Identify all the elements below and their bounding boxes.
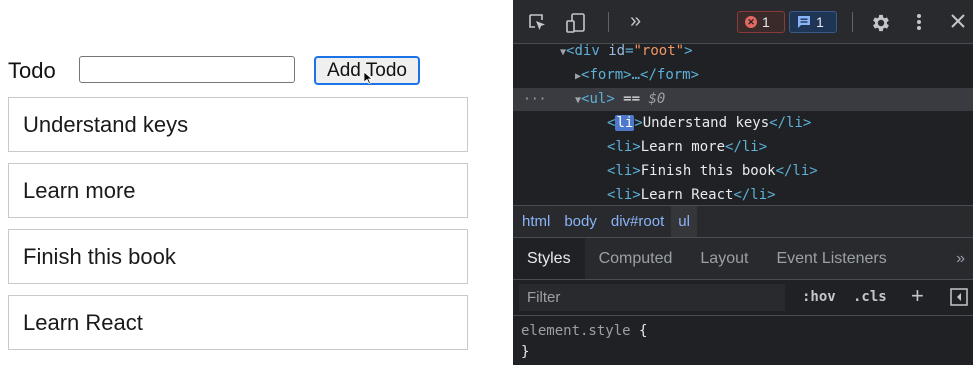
styles-pane: element.style { } bbox=[513, 316, 973, 365]
message-count: 1 bbox=[816, 14, 824, 30]
mouse-cursor-icon bbox=[364, 72, 374, 84]
todo-list: Understand keys Learn more Finish this b… bbox=[8, 97, 468, 361]
tree-node-ul[interactable]: ··· ▼<ul> == $0 bbox=[513, 88, 973, 111]
tree-node-li[interactable]: <li>Understand keys</li> bbox=[513, 112, 973, 135]
dom-breadcrumb: html body div#root ul bbox=[513, 205, 973, 238]
devtools-panel: » ✕ 1 1 ▼<div id="root"> ▶<form>…</form>… bbox=[513, 0, 973, 365]
breadcrumb-html[interactable]: html bbox=[513, 206, 557, 237]
toolbar-separator bbox=[608, 12, 609, 32]
cls-toggle[interactable]: .cls bbox=[853, 289, 887, 305]
toggle-sidebar-icon[interactable] bbox=[950, 288, 968, 306]
breadcrumb-div-root[interactable]: div#root bbox=[604, 206, 671, 237]
close-brace: } bbox=[521, 344, 530, 360]
gear-icon[interactable] bbox=[870, 12, 892, 34]
hov-toggle[interactable]: :hov bbox=[802, 289, 836, 305]
tab-styles[interactable]: Styles bbox=[513, 238, 585, 279]
breadcrumb-body[interactable]: body bbox=[557, 206, 604, 237]
tree-node-li[interactable]: <li>Finish this book</li> bbox=[513, 160, 973, 183]
todo-input[interactable] bbox=[79, 56, 295, 83]
breadcrumb-ul[interactable]: ul bbox=[671, 206, 697, 237]
close-icon[interactable] bbox=[950, 13, 966, 29]
more-tabs-button[interactable]: » bbox=[630, 10, 641, 33]
styles-filter-bar: :hov .cls + bbox=[513, 280, 973, 316]
todo-item: Finish this book bbox=[8, 229, 468, 284]
tab-computed[interactable]: Computed bbox=[585, 238, 687, 279]
message-icon bbox=[798, 16, 810, 28]
inspect-icon[interactable] bbox=[527, 12, 547, 32]
todo-item: Learn React bbox=[8, 295, 468, 350]
toolbar-separator bbox=[852, 12, 853, 32]
kebab-menu-icon[interactable] bbox=[916, 12, 922, 32]
todo-label: Todo bbox=[8, 58, 56, 83]
tree-node-li[interactable]: <li>Learn more</li> bbox=[513, 136, 973, 159]
error-icon: ✕ bbox=[745, 16, 757, 28]
elements-tree: ▼<div id="root"> ▶<form>…</form> ··· ▼<ul… bbox=[513, 43, 973, 207]
tree-node-form[interactable]: ▶<form>…</form> bbox=[513, 64, 973, 87]
message-count-badge[interactable]: 1 bbox=[789, 11, 837, 33]
tab-event-listeners[interactable]: Event Listeners bbox=[762, 238, 900, 279]
sidebar-tabs: Styles Computed Layout Event Listeners » bbox=[513, 238, 973, 280]
error-count-badge[interactable]: ✕ 1 bbox=[737, 11, 785, 33]
devtools-toolbar: » ✕ 1 1 bbox=[513, 0, 973, 44]
device-toggle-icon[interactable] bbox=[565, 12, 587, 34]
tree-node-li[interactable]: <li>Learn React</li> bbox=[513, 184, 973, 207]
error-count: 1 bbox=[762, 14, 770, 30]
todo-app: Todo Add Todo Understand keys Learn more… bbox=[0, 0, 500, 365]
todo-item: Understand keys bbox=[8, 97, 468, 152]
element-style-rule[interactable]: element.style { bbox=[521, 321, 973, 342]
tab-layout[interactable]: Layout bbox=[686, 238, 762, 279]
styles-filter-input[interactable] bbox=[519, 284, 785, 311]
new-style-rule-button[interactable]: + bbox=[911, 283, 924, 309]
todo-item: Learn more bbox=[8, 163, 468, 218]
more-tabs-chevron-icon[interactable]: » bbox=[948, 238, 973, 279]
tree-node-root[interactable]: ▼<div id="root"> bbox=[513, 40, 973, 63]
